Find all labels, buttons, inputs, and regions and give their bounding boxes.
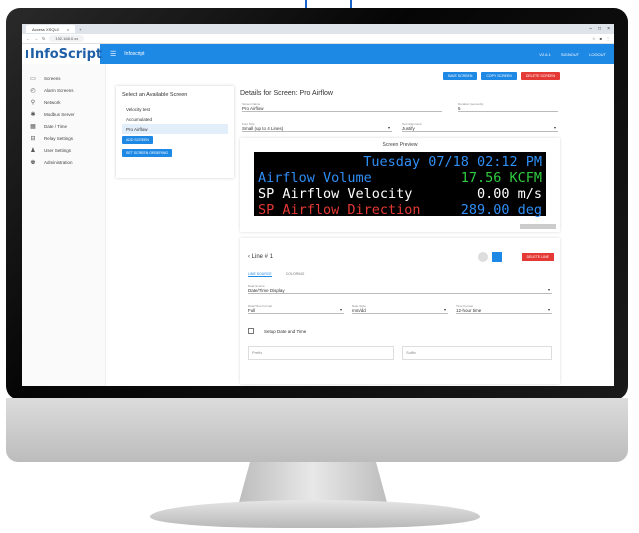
monitor-chin <box>6 398 628 462</box>
alarm-icon: ◴ <box>30 87 36 94</box>
address-bar: ← → ↻ 192.168.0.xx ☆ ■ ⋮ <box>22 34 614 44</box>
browser-tab-bar: Access XSQL0 × + – □ × <box>22 24 614 34</box>
line-title: ‹ Line # 1 <box>248 254 274 260</box>
save-screen-button[interactable]: SAVE SCREEN <box>442 72 478 80</box>
sidebar-item-date-time[interactable]: ▦ Date / Time <box>22 120 105 132</box>
setup-date-row: Setup Date and Time <box>248 328 306 334</box>
maximize-icon[interactable]: □ <box>598 26 601 32</box>
app-bar: InfoScript ☰ Infoscript V2.6.1 SIGNOUT L… <box>22 44 614 64</box>
new-tab-icon[interactable]: + <box>79 27 81 32</box>
move-down-icon[interactable] <box>492 252 502 262</box>
tab-coloring[interactable]: COLORING <box>286 272 305 277</box>
back-icon[interactable]: ← <box>26 36 30 41</box>
led-display: Tuesday 07/18 02:12 PM Airflow Volume 17.… <box>254 152 546 218</box>
reload-icon[interactable]: ↻ <box>42 36 45 41</box>
chevron-down-icon: ▾ <box>339 307 342 312</box>
network-icon: ⚲ <box>30 99 36 106</box>
more-icon[interactable]: ⋮ <box>606 36 610 41</box>
forward-icon[interactable]: → <box>34 36 38 41</box>
suffix-input[interactable]: Suffix <box>402 346 552 360</box>
time-format-select[interactable]: Time Format 12-hour time ▾ <box>456 304 552 314</box>
chevron-down-icon: ▾ <box>547 287 550 292</box>
font-size-select[interactable]: Font Size Small (up to 4 Lines) ▾ <box>242 122 392 132</box>
prefix-input[interactable]: Prefix <box>248 346 394 360</box>
screen-preview: Screen Preview Tuesday 07/18 02:12 PM Ai… <box>240 138 560 232</box>
monitor-stand-base <box>150 500 480 528</box>
led-line-2: Airflow Volume 17.56 KCFM <box>258 170 542 186</box>
led-line-4: SP Airflow Direction 289.00 deg <box>258 202 542 218</box>
sidebar-item-user-settings[interactable]: ♟ User Settings <box>22 144 105 156</box>
screen-name-field[interactable]: Screen Name Pro Airflow <box>242 102 442 112</box>
star-icon: ✱ <box>30 111 36 118</box>
chevron-down-icon: ▾ <box>547 307 550 312</box>
signout-link[interactable]: SIGNOUT <box>561 52 579 57</box>
date-style-select[interactable]: Date Style mm/dd ▾ <box>352 304 448 314</box>
logo-mark <box>26 50 28 58</box>
extension-icon[interactable]: ■ <box>600 36 602 41</box>
sidebar: ▭ Screens ◴ Alarm Screens ⚲ Network ✱ Modbus… <box>22 64 106 386</box>
screen: Access XSQL0 × + – □ × ← → ↻ 192.168.0.x… <box>22 24 614 386</box>
app-title: Infoscript <box>124 51 145 57</box>
screen-select-card: Select an Available Screen Velocity test… <box>116 86 234 178</box>
screen-select-heading: Select an Available Screen <box>122 92 188 98</box>
sidebar-item-administration[interactable]: ♚ Administration <box>22 156 105 168</box>
setup-date-checkbox[interactable] <box>248 328 254 334</box>
copy-screen-button[interactable]: COPY SCREEN <box>481 72 517 80</box>
sidebar-item-modbus-server[interactable]: ✱ Modbus Server <box>22 108 105 120</box>
chevron-down-icon: ▾ <box>443 307 446 312</box>
users-icon: ♟ <box>30 147 36 154</box>
add-screen-button[interactable]: ADD SCREEN <box>122 136 153 144</box>
setup-date-label: Setup Date and Time <box>264 328 307 334</box>
tab-line-source[interactable]: LINE SOURCE <box>248 272 272 277</box>
user-menu: V2.6.1 SIGNOUT LOGOUT <box>539 52 614 57</box>
sidebar-item-relay-settings[interactable]: ⊟ Relay Settings <box>22 132 105 144</box>
window-controls: – □ × <box>589 26 614 32</box>
screen-ordering-button[interactable]: SET SCREEN ORDERING <box>122 149 173 157</box>
relay-icon: ⊟ <box>30 135 36 142</box>
hamburger-menu-icon[interactable]: ☰ <box>110 50 116 58</box>
sidebar-item-screens[interactable]: ▭ Screens <box>22 72 105 84</box>
details-panel: SAVE SCREEN COPY SCREEN DELETE SCREEN De… <box>240 72 560 384</box>
screen-actions: SAVE SCREEN COPY SCREEN DELETE SCREEN <box>442 72 560 80</box>
move-up-icon[interactable] <box>478 252 488 262</box>
preview-title: Screen Preview <box>382 142 418 148</box>
duration-field[interactable]: Duration (seconds) 5 <box>458 102 558 112</box>
close-window-icon[interactable]: × <box>607 26 610 32</box>
date-format-select[interactable]: Date/Time Format Full ▾ <box>248 304 344 314</box>
screen-option-active[interactable]: Pro Airflow <box>122 124 228 134</box>
screen-option[interactable]: Velocity test <box>122 104 228 114</box>
sidebar-item-alarm-screens[interactable]: ◴ Alarm Screens <box>22 84 105 96</box>
led-line-1: Tuesday 07/18 02:12 PM <box>363 154 542 170</box>
logout-link[interactable]: LOGOUT <box>589 52 606 57</box>
version-label: V2.6.1 <box>539 51 551 57</box>
line-tabs: LINE SOURCE COLORING <box>248 272 304 277</box>
close-icon[interactable]: × <box>67 27 69 32</box>
star-bookmark-icon[interactable]: ☆ <box>592 36 596 41</box>
logo-text: InfoScript <box>30 46 103 62</box>
chevron-down-icon: ▾ <box>387 125 390 130</box>
delete-line-button[interactable]: DELETE LINE <box>521 253 554 261</box>
monitor-icon: ▭ <box>30 75 36 82</box>
sidebar-item-network[interactable]: ⚲ Network <box>22 96 105 108</box>
admin-icon: ♚ <box>30 159 36 166</box>
line-editor-card: ‹ Line # 1 DELETE LINE LINE SOURCE COLOR… <box>240 238 560 384</box>
url-input[interactable]: 192.168.0.xx <box>49 35 85 42</box>
led-line-3: SP Airflow Velocity 0.00 m/s <box>258 186 542 202</box>
logo: InfoScript <box>22 44 103 64</box>
browser-tab-title: Access XSQL0 <box>32 26 59 32</box>
details-heading: Details for Screen: Pro Airflow <box>240 90 333 97</box>
calendar-icon: ▦ <box>30 123 36 130</box>
text-align-select[interactable]: Text Alignment Justify ▾ <box>402 122 558 132</box>
delete-screen-button[interactable]: DELETE SCREEN <box>520 72 560 80</box>
monitor-photo: Access XSQL0 × + – □ × ← → ↻ 192.168.0.x… <box>0 0 639 533</box>
chevron-down-icon: ▾ <box>553 125 556 130</box>
browser-tab[interactable]: Access XSQL0 × <box>26 25 76 33</box>
screen-option[interactable]: Accumulated <box>122 114 228 124</box>
data-source-select[interactable]: Data Source Date/Time Display ▾ <box>248 284 552 294</box>
preview-scroll[interactable] <box>520 224 556 229</box>
minimize-icon[interactable]: – <box>589 26 592 32</box>
